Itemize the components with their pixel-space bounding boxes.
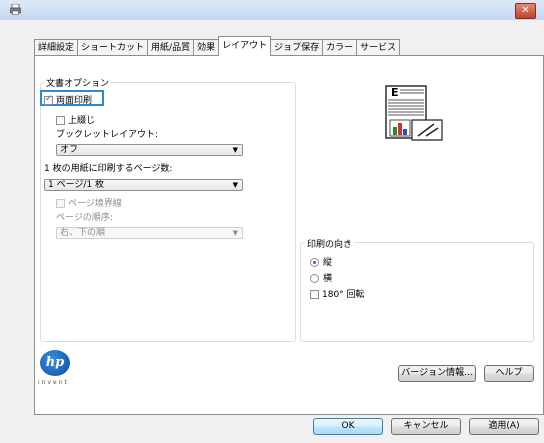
booklet-layout-value: オフ [60,145,79,155]
page-order-value: 右、下の順 [60,228,106,238]
apply-button[interactable]: 適用(A) [469,418,539,435]
checkbox-icon [56,199,65,208]
document-options-legend: 文書オプション [44,76,112,89]
pages-per-sheet-value: 1 ページ/1 枚 [48,180,105,190]
chevron-down-icon: ▼ [232,146,238,154]
printer-properties-window: ✕ 詳細設定 ショートカット 用紙/品質 効果 レイアウト ジョブ保存 カラー … [0,0,544,443]
print-page-borders-label: ページ境界線 [68,199,122,209]
rotate-180-label: 180° 回転 [322,290,365,300]
flip-up-checkbox[interactable]: 上綴じ [56,113,95,126]
rotate-180-checkbox[interactable]: 180° 回転 [310,287,365,300]
layout-preview-icon: E [385,85,443,141]
tab-layout[interactable]: レイアウト [218,36,272,56]
print-page-borders-checkbox[interactable]: ページ境界線 [56,196,122,209]
orientation-legend: 印刷の向き [305,237,355,250]
tab-job-storage[interactable]: ジョブ保存 [270,39,324,56]
checkbox-icon [310,290,319,299]
tab-paper-quality[interactable]: 用紙/品質 [147,39,195,56]
radio-selected-icon [310,258,319,267]
radio-icon [310,274,319,283]
help-button[interactable]: ヘルプ [484,365,534,382]
chevron-down-icon: ▼ [232,229,238,237]
svg-text:E: E [391,86,399,99]
tab-shortcuts[interactable]: ショートカット [77,39,149,56]
about-button[interactable]: バージョン情報... [398,365,476,382]
chevron-down-icon: ▼ [232,181,238,189]
tab-services[interactable]: サービス [356,39,401,56]
tab-strip: 詳細設定 ショートカット 用紙/品質 効果 レイアウト ジョブ保存 カラー サー… [34,36,401,56]
portrait-label: 縦 [323,258,333,268]
landscape-label: 横 [323,274,333,284]
tab-advanced[interactable]: 詳細設定 [34,39,79,56]
portrait-radio[interactable]: 縦 [310,255,332,268]
checkbox-icon [56,116,65,125]
printer-icon [10,4,21,15]
pages-per-sheet-label: 1 枚の用紙に印刷するページ数: [44,164,173,174]
tab-color[interactable]: カラー [322,39,358,56]
duplex-checkbox[interactable]: 両面印刷 [44,93,92,106]
pages-per-sheet-select[interactable]: 1 ページ/1 枚 ▼ [44,179,243,191]
tab-effects[interactable]: 効果 [193,39,220,56]
flip-up-label: 上綴じ [68,116,96,126]
title-bar: ✕ [0,0,544,20]
ok-button[interactable]: OK [313,418,383,435]
duplex-label: 両面印刷 [56,96,93,106]
cancel-button[interactable]: キャンセル [391,418,461,435]
hp-logo: hp [40,350,70,376]
close-button[interactable]: ✕ [515,3,536,19]
booklet-layout-select[interactable]: オフ ▼ [56,144,243,156]
booklet-layout-label: ブックレットレイアウト: [56,130,159,140]
page-order-select[interactable]: 右、下の順 ▼ [56,227,243,239]
page-order-label: ページの順序: [56,213,113,223]
checkbox-checked-icon [44,94,53,105]
landscape-radio[interactable]: 横 [310,271,332,284]
hp-logo-tagline: invent [38,379,69,386]
